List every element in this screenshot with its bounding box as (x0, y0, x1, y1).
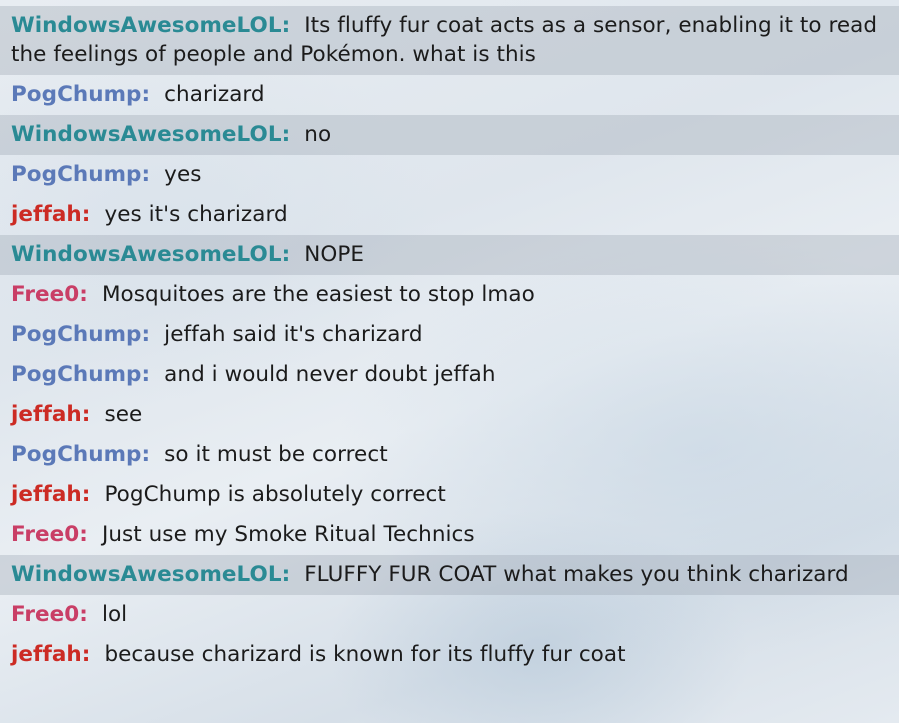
chat-username[interactable]: Free0 (11, 602, 79, 627)
chat-message: PogChump: charizard (0, 75, 899, 115)
chat-username[interactable]: WindowsAwesomeLOL (11, 242, 282, 267)
username-colon: : (141, 442, 151, 467)
username-colon: : (141, 82, 151, 107)
chat-username[interactable]: jeffah (11, 482, 82, 507)
chat-message: PogChump: so it must be correct (0, 435, 899, 475)
chat-message-text: Mosquitoes are the easiest to stop lmao (101, 282, 535, 307)
chat-message-text: see (104, 402, 143, 427)
chat-message-text: FLUFFY FUR COAT what makes you think cha… (304, 562, 849, 587)
username-colon: : (81, 202, 91, 227)
chat-message: WindowsAwesomeLOL: NOPE (0, 235, 899, 275)
chat-username[interactable]: PogChump (11, 162, 142, 187)
chat-username[interactable]: WindowsAwesomeLOL (11, 13, 282, 38)
username-colon: : (281, 122, 291, 147)
chat-message: PogChump: jeffah said it's charizard (0, 315, 899, 355)
chat-message-text: charizard (164, 82, 265, 107)
chat-message: jeffah: yes it's charizard (0, 195, 899, 235)
chat-message-text: NOPE (304, 242, 365, 267)
chat-message-text: yes (164, 162, 202, 187)
chat-username[interactable]: Free0 (11, 522, 79, 547)
chat-message-text: so it must be correct (164, 442, 388, 467)
username-colon: : (79, 522, 88, 547)
chat-message-text: Just use my Smoke Ritual Technics (101, 522, 475, 547)
chat-username[interactable]: WindowsAwesomeLOL (11, 562, 282, 587)
username-colon: : (81, 402, 91, 427)
chat-message-text: and i would never doubt jeffah (164, 362, 496, 387)
chat-log: WindowsAwesomeLOL: Its fluffy fur coat ac… (0, 6, 899, 675)
chat-message-text: yes it's charizard (104, 202, 288, 227)
chat-username[interactable]: Free0 (11, 282, 79, 307)
chat-message: WindowsAwesomeLOL: no (0, 115, 899, 155)
chat-message: PogChump: yes (0, 155, 899, 195)
chat-message-text: PogChump is absolutely correct (104, 482, 446, 507)
chat-username[interactable]: jeffah (11, 402, 82, 427)
chat-message: Free0: Mosquitoes are the easiest to stop… (0, 275, 899, 315)
username-colon: : (281, 13, 291, 38)
username-colon: : (281, 562, 291, 587)
chat-message: PogChump: and i would never doubt jeffah (0, 355, 899, 395)
username-colon: : (281, 242, 291, 267)
chat-message-text: because charizard is known for its fluff… (104, 642, 626, 667)
username-colon: : (141, 162, 151, 187)
chat-message: WindowsAwesomeLOL: Its fluffy fur coat ac… (0, 6, 899, 75)
username-colon: : (141, 322, 151, 347)
chat-message: jeffah: because charizard is known for it… (0, 635, 899, 675)
chat-username[interactable]: WindowsAwesomeLOL (11, 122, 282, 147)
username-colon: : (79, 282, 88, 307)
chat-username[interactable]: PogChump (11, 442, 142, 467)
chat-username[interactable]: PogChump (11, 82, 142, 107)
username-colon: : (81, 482, 91, 507)
username-colon: : (79, 602, 88, 627)
chat-message: WindowsAwesomeLOL: FLUFFY FUR COAT what m… (0, 555, 899, 595)
chat-message: jeffah: see (0, 395, 899, 435)
chat-message-text: lol (101, 602, 128, 627)
chat-message-text: jeffah said it's charizard (164, 322, 423, 347)
chat-username[interactable]: jeffah (11, 202, 82, 227)
chat-message: jeffah: PogChump is absolutely correct (0, 475, 899, 515)
chat-message-text: no (304, 122, 332, 147)
username-colon: : (81, 642, 91, 667)
chat-username[interactable]: jeffah (11, 642, 82, 667)
chat-message: Free0: lol (0, 595, 899, 635)
chat-message: Free0: Just use my Smoke Ritual Technics (0, 515, 899, 555)
username-colon: : (141, 362, 151, 387)
chat-username[interactable]: PogChump (11, 362, 142, 387)
chat-username[interactable]: PogChump (11, 322, 142, 347)
